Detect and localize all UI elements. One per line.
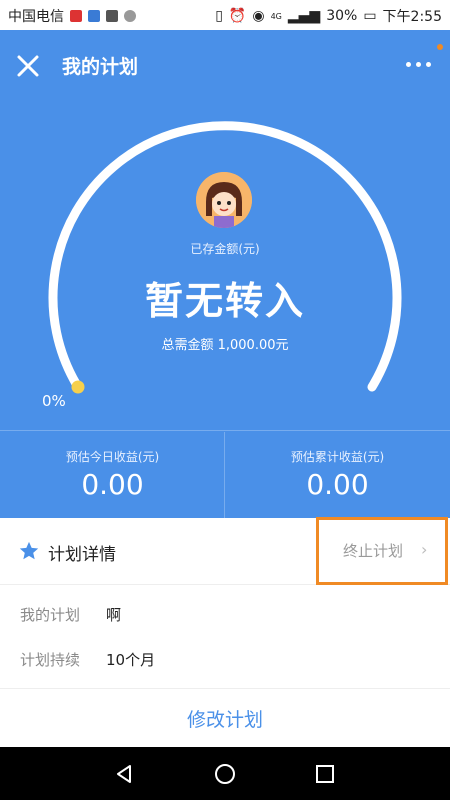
progress-percent: 0% — [42, 392, 66, 410]
network-icon: 4G — [270, 11, 282, 21]
app-icon — [124, 10, 136, 22]
telegram-icon — [88, 10, 100, 22]
system-navbar — [0, 747, 450, 800]
today-earnings-label: 预估今日收益(元) — [65, 450, 160, 464]
back-icon[interactable] — [112, 762, 136, 786]
modify-plan-button[interactable]: 修改计划 — [0, 705, 450, 732]
progress-gauge — [48, 121, 402, 394]
app-icon — [106, 10, 118, 22]
total-earnings-label: 预估累计收益(元) — [290, 450, 385, 464]
total-earnings-value: 0.00 — [306, 468, 369, 501]
modify-plan-row: 修改计划 — [0, 688, 450, 748]
plan-duration-label: 计划持续 — [20, 651, 81, 669]
progress-knob — [71, 380, 85, 394]
clock: 下午2:55 — [382, 9, 442, 25]
divider — [0, 430, 450, 431]
carrier-text: 中国电信 — [8, 9, 64, 25]
plan-hero: 我的计划 已存金额(元) 暂无转入 总需金额 1,000.00元 0% 预估今日… — [0, 30, 450, 518]
battery-percent: 30% — [326, 8, 358, 24]
star-icon — [18, 540, 40, 566]
signal-icon: ▂▄▆ — [287, 8, 321, 24]
alarm-icon: ⏰ — [228, 8, 247, 24]
today-earnings-value: 0.00 — [81, 468, 144, 501]
home-icon[interactable] — [213, 762, 237, 786]
plan-name-value: 啊 — [106, 606, 122, 624]
terminate-plan-button[interactable]: 终止计划 › — [316, 517, 448, 585]
total-amount: 总需金额 1,000.00元 — [161, 338, 289, 353]
eye-icon: ◉ — [252, 8, 265, 24]
battery-icon: ▭ — [363, 8, 377, 24]
vibrate-icon: ▯ — [215, 8, 223, 24]
details-title: 计划详情 — [48, 545, 116, 565]
notification-icon — [70, 10, 82, 22]
saved-amount-value: 暂无转入 — [144, 279, 305, 323]
recents-icon[interactable] — [313, 762, 337, 786]
chevron-right-icon: › — [421, 540, 428, 559]
terminate-plan-label: 终止计划 — [343, 542, 404, 560]
status-bar: 中国电信 ▯ ⏰ ◉ 4G ▂▄▆ 30% ▭ 下午2:55 — [0, 0, 450, 30]
plan-name-label: 我的计划 — [20, 606, 81, 624]
plan-duration-value: 10个月 — [106, 651, 156, 669]
avatar — [196, 172, 252, 228]
saved-amount-label: 已存金额(元) — [190, 242, 260, 256]
